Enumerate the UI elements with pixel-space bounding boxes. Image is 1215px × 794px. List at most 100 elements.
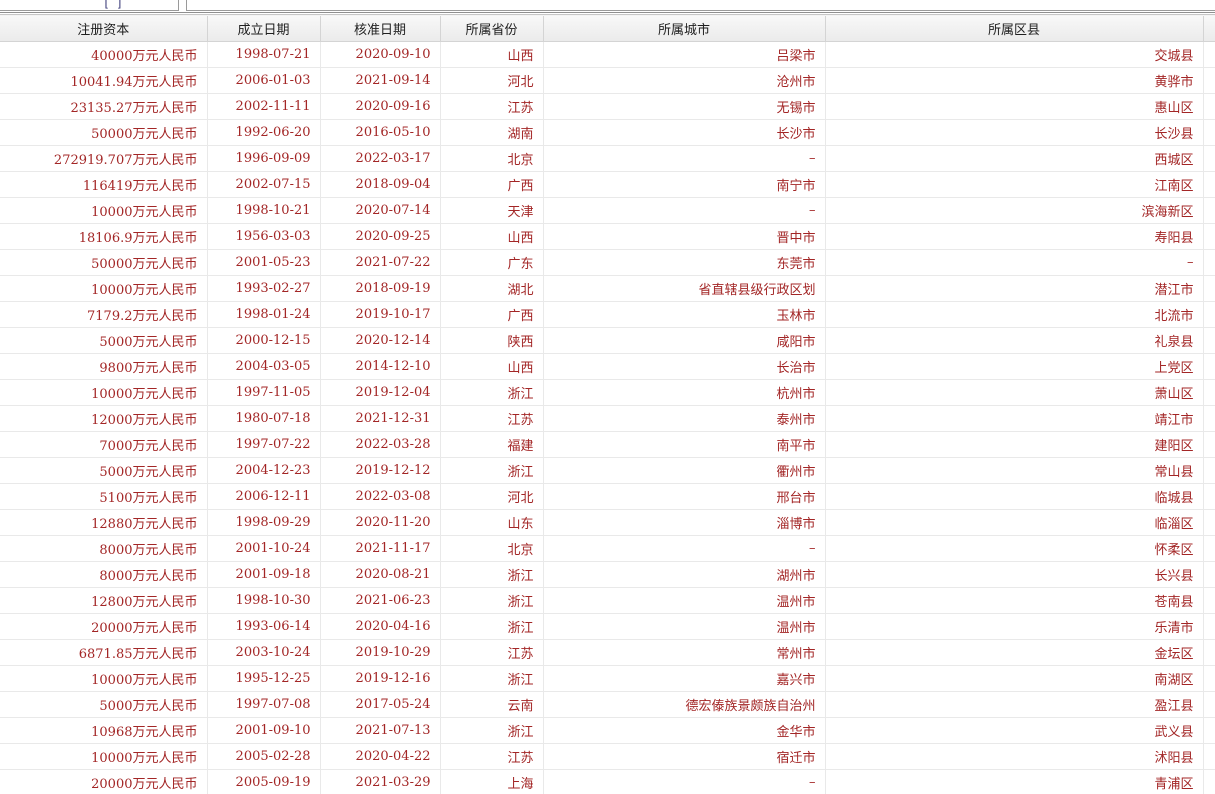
table-row[interactable]: 20000万元人民币1993-06-142020-04-16浙江温州市乐清市 <box>0 614 1215 640</box>
table-row[interactable]: 50000万元人民币2001-05-232021-07-22广东东莞市– <box>0 250 1215 276</box>
province-cell: 浙江 <box>440 614 543 640</box>
col-header-overflow <box>1203 16 1215 42</box>
col-header-city[interactable]: 所属城市 <box>543 16 825 42</box>
province-cell: 山西 <box>440 42 543 68</box>
overflow-cell <box>1203 484 1215 510</box>
registered-capital-cell: 7179.2万元人民币 <box>0 302 207 328</box>
district-cell: 金坛区 <box>825 640 1203 666</box>
table-row[interactable]: 10000万元人民币1998-10-212020-07-14天津–滨海新区 <box>0 198 1215 224</box>
table-row[interactable]: 12800万元人民币1998-10-302021-06-23浙江温州市苍南县 <box>0 588 1215 614</box>
approval-date-cell: 2016-05-10 <box>320 120 440 146</box>
approval-date-cell: 2020-04-16 <box>320 614 440 640</box>
establish-date-cell: 1997-07-22 <box>207 432 320 458</box>
city-cell: 长治市 <box>543 354 825 380</box>
table-row[interactable]: 10000万元人民币2005-02-282020-04-22江苏宿迁市沭阳县 <box>0 744 1215 770</box>
table-row[interactable]: 5000万元人民币2000-12-152020-12-14陕西咸阳市礼泉县 <box>0 328 1215 354</box>
registered-capital-cell: 10000万元人民币 <box>0 380 207 406</box>
col-header-province[interactable]: 所属省份 <box>440 16 543 42</box>
col-header-approval-date[interactable]: 核准日期 <box>320 16 440 42</box>
registered-capital-cell: 40000万元人民币 <box>0 42 207 68</box>
toolbar-input-right[interactable] <box>186 0 1215 11</box>
table-row[interactable]: 5000万元人民币1997-07-082017-05-24云南德宏傣族景颇族自治… <box>0 692 1215 718</box>
table-row[interactable]: 10041.94万元人民币2006-01-032021-09-14河北沧州市黄骅… <box>0 68 1215 94</box>
establish-date-cell: 2005-09-19 <box>207 770 320 794</box>
province-cell: 湖南 <box>440 120 543 146</box>
table-row[interactable]: 20000万元人民币2005-09-192021-03-29上海–青浦区 <box>0 770 1215 794</box>
approval-date-cell: 2014-12-10 <box>320 354 440 380</box>
establish-date-cell: 1998-07-21 <box>207 42 320 68</box>
province-cell: 北京 <box>440 146 543 172</box>
table-row[interactable]: 9800万元人民币2004-03-052014-12-10山西长治市上党区 <box>0 354 1215 380</box>
province-cell: 江苏 <box>440 640 543 666</box>
district-cell: 交城县 <box>825 42 1203 68</box>
registered-capital-cell: 7000万元人民币 <box>0 432 207 458</box>
overflow-cell <box>1203 510 1215 536</box>
province-cell: 河北 <box>440 484 543 510</box>
city-cell: – <box>543 198 825 224</box>
overflow-cell <box>1203 276 1215 302</box>
approval-date-cell: 2022-03-17 <box>320 146 440 172</box>
province-cell: 江苏 <box>440 94 543 120</box>
table-row[interactable]: 8000万元人民币2001-10-242021-11-17北京–怀柔区 <box>0 536 1215 562</box>
registered-capital-cell: 5100万元人民币 <box>0 484 207 510</box>
table-row[interactable]: 10968万元人民币2001-09-102021-07-13浙江金华市武义县 <box>0 718 1215 744</box>
col-header-establish-date[interactable]: 成立日期 <box>207 16 320 42</box>
col-header-registered-capital[interactable]: 注册资本 <box>0 16 207 42</box>
approval-date-cell: 2020-08-21 <box>320 562 440 588</box>
province-cell: 陕西 <box>440 328 543 354</box>
city-cell: 吕梁市 <box>543 42 825 68</box>
city-cell: – <box>543 536 825 562</box>
district-cell: 礼泉县 <box>825 328 1203 354</box>
district-cell: 沭阳县 <box>825 744 1203 770</box>
city-cell: 南平市 <box>543 432 825 458</box>
district-cell: 建阳区 <box>825 432 1203 458</box>
province-cell: 上海 <box>440 770 543 794</box>
toolbar-input-left[interactable]: [ ] <box>0 0 179 11</box>
province-cell: 浙江 <box>440 562 543 588</box>
establish-date-cell: 1998-01-24 <box>207 302 320 328</box>
table-row[interactable]: 10000万元人民币1993-02-272018-09-19湖北省直辖县级行政区… <box>0 276 1215 302</box>
district-cell: 滨海新区 <box>825 198 1203 224</box>
table-row[interactable]: 116419万元人民币2002-07-152018-09-04广西南宁市江南区 <box>0 172 1215 198</box>
province-cell: 广东 <box>440 250 543 276</box>
table-row[interactable]: 8000万元人民币2001-09-182020-08-21浙江湖州市长兴县 <box>0 562 1215 588</box>
overflow-cell <box>1203 302 1215 328</box>
table-row[interactable]: 12000万元人民币1980-07-182021-12-31江苏泰州市靖江市 <box>0 406 1215 432</box>
table-row[interactable]: 23135.27万元人民币2002-11-112020-09-16江苏无锡市惠山… <box>0 94 1215 120</box>
approval-date-cell: 2019-12-04 <box>320 380 440 406</box>
table-row[interactable]: 6871.85万元人民币2003-10-242019-10-29江苏常州市金坛区 <box>0 640 1215 666</box>
overflow-cell <box>1203 536 1215 562</box>
establish-date-cell: 2001-09-18 <box>207 562 320 588</box>
table-row[interactable]: 7179.2万元人民币1998-01-242019-10-17广西玉林市北流市 <box>0 302 1215 328</box>
city-cell: 邢台市 <box>543 484 825 510</box>
district-cell: 盈江县 <box>825 692 1203 718</box>
col-header-district[interactable]: 所属区县 <box>825 16 1203 42</box>
registered-capital-cell: 10041.94万元人民币 <box>0 68 207 94</box>
establish-date-cell: 2003-10-24 <box>207 640 320 666</box>
establish-date-cell: 2006-01-03 <box>207 68 320 94</box>
table-row[interactable]: 50000万元人民币1992-06-202016-05-10湖南长沙市长沙县 <box>0 120 1215 146</box>
district-cell: 黄骅市 <box>825 68 1203 94</box>
table-row[interactable]: 5000万元人民币2004-12-232019-12-12浙江衢州市常山县 <box>0 458 1215 484</box>
table-row[interactable]: 7000万元人民币1997-07-222022-03-28福建南平市建阳区 <box>0 432 1215 458</box>
district-cell: 惠山区 <box>825 94 1203 120</box>
table-row[interactable]: 40000万元人民币1998-07-212020-09-10山西吕梁市交城县 <box>0 42 1215 68</box>
province-cell: 江苏 <box>440 744 543 770</box>
table-row[interactable]: 10000万元人民币1997-11-052019-12-04浙江杭州市萧山区 <box>0 380 1215 406</box>
district-cell: 临淄区 <box>825 510 1203 536</box>
table-row[interactable]: 272919.707万元人民币1996-09-092022-03-17北京–西城… <box>0 146 1215 172</box>
table-row[interactable]: 18106.9万元人民币1956-03-032020-09-25山西晋中市寿阳县 <box>0 224 1215 250</box>
table-row[interactable]: 10000万元人民币1995-12-252019-12-16浙江嘉兴市南湖区 <box>0 666 1215 692</box>
city-cell: 长沙市 <box>543 120 825 146</box>
table-row[interactable]: 5100万元人民币2006-12-112022-03-08河北邢台市临城县 <box>0 484 1215 510</box>
registered-capital-cell: 116419万元人民币 <box>0 172 207 198</box>
district-cell: 潜江市 <box>825 276 1203 302</box>
province-cell: 河北 <box>440 68 543 94</box>
approval-date-cell: 2020-11-20 <box>320 510 440 536</box>
registered-capital-cell: 18106.9万元人民币 <box>0 224 207 250</box>
table-row[interactable]: 12880万元人民币1998-09-292020-11-20山东淄博市临淄区 <box>0 510 1215 536</box>
city-cell: 金华市 <box>543 718 825 744</box>
approval-date-cell: 2020-09-16 <box>320 94 440 120</box>
establish-date-cell: 2001-10-24 <box>207 536 320 562</box>
registered-capital-cell: 12000万元人民币 <box>0 406 207 432</box>
